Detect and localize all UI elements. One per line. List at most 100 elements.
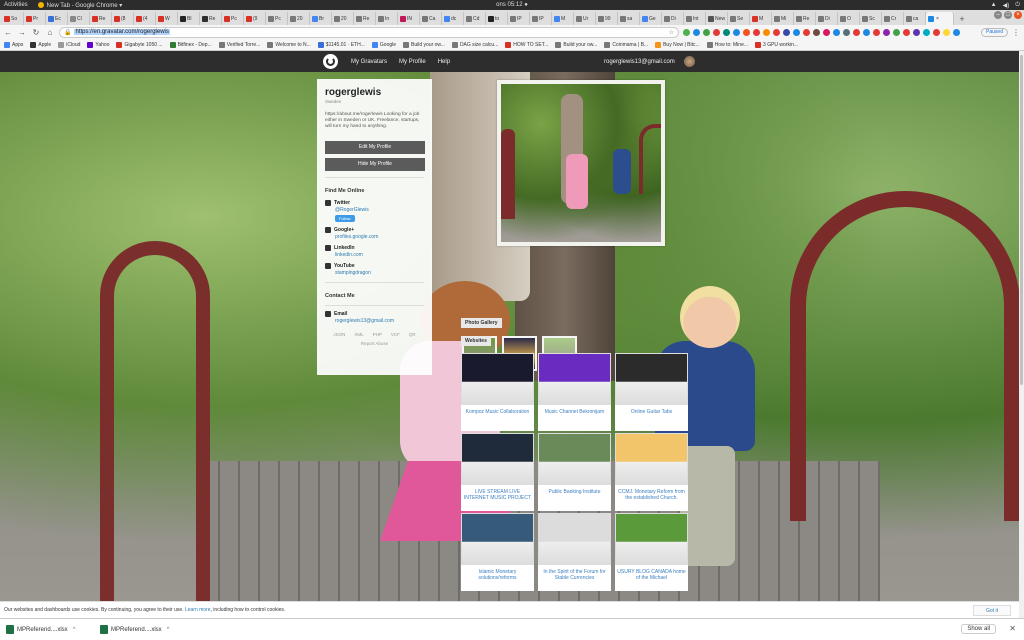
account-link[interactable]: linkedin.com	[335, 252, 424, 258]
website-screenshot[interactable]	[461, 353, 534, 405]
extension-icon[interactable]	[853, 28, 860, 36]
tab[interactable]: W	[156, 12, 178, 25]
tab[interactable]: Int	[684, 12, 706, 25]
tab-close-icon[interactable]: ×	[936, 16, 939, 22]
website-screenshot[interactable]	[538, 433, 611, 485]
account-link[interactable]: stampingdragon	[335, 270, 424, 276]
extension-icon[interactable]	[793, 28, 800, 36]
extension-icon[interactable]	[833, 28, 840, 36]
address-url[interactable]: https://en.gravatar.com/rogerglewis	[74, 29, 170, 35]
tab[interactable]: Di	[816, 12, 838, 25]
website-card[interactable]: Music Channel Bekronijam	[538, 353, 611, 431]
extension-icon[interactable]	[803, 28, 810, 36]
tab[interactable]: Ec	[46, 12, 68, 25]
website-card[interactable]: LIVE STREAM LIVE INTERNET MUSIC PROJECT	[461, 433, 534, 511]
extension-icon[interactable]	[713, 28, 720, 36]
extension-icon[interactable]	[933, 28, 940, 36]
tab[interactable]: O	[838, 12, 860, 25]
extension-icon[interactable]	[873, 28, 880, 36]
reload-icon[interactable]: ↻	[31, 27, 41, 37]
extension-icon[interactable]	[783, 28, 790, 36]
bookmark-item[interactable]: Verified Torre...	[218, 41, 260, 48]
email-link[interactable]: rogerglewis13@gmail.com	[335, 318, 424, 324]
tab[interactable]: So	[2, 12, 24, 25]
account-link[interactable]: profiles.google.com	[335, 234, 424, 240]
user-menu[interactable]: rogerglewis13@gmail.com	[604, 51, 695, 72]
website-screenshot[interactable]	[461, 433, 534, 485]
extension-icon[interactable]	[693, 28, 700, 36]
got-it-button[interactable]: Got it	[973, 605, 1011, 616]
report-abuse-link[interactable]: Report Abuse	[325, 341, 424, 346]
bookmark-star-icon[interactable]: ☆	[669, 29, 674, 36]
website-card[interactable]: Islamic Monetary solutions/reforms	[461, 513, 534, 591]
tab[interactable]: IP	[530, 12, 552, 25]
tab[interactable]: (9	[244, 12, 266, 25]
tab[interactable]: sa	[618, 12, 640, 25]
website-card[interactable]: CCMJ. Monetary Reform from the establish…	[615, 433, 688, 511]
extension-icon[interactable]	[823, 28, 830, 36]
tab[interactable]: M	[552, 12, 574, 25]
activities-button[interactable]: Activities	[4, 2, 28, 8]
bookmark-item[interactable]: 3 GPU workin...	[755, 41, 798, 48]
website-screenshot[interactable]	[615, 353, 688, 405]
featured-photo[interactable]	[497, 80, 665, 246]
website-caption[interactable]: Kompoz Music Collaboration	[461, 405, 534, 431]
chevron-up-icon[interactable]: ^	[73, 627, 76, 633]
tab[interactable]: IP	[508, 12, 530, 25]
extension-icon[interactable]	[813, 28, 820, 36]
extension-icon[interactable]	[743, 28, 750, 36]
extension-icon[interactable]	[863, 28, 870, 36]
tab[interactable]: Se	[728, 12, 750, 25]
format-link-php[interactable]: PHP	[373, 332, 382, 337]
extension-icon[interactable]	[923, 28, 930, 36]
tab[interactable]: (8	[112, 12, 134, 25]
chevron-up-icon[interactable]: ^	[167, 627, 170, 633]
close-window-icon[interactable]: ×	[1014, 11, 1022, 19]
tab[interactable]: (4	[134, 12, 156, 25]
clock[interactable]: ons 05:12 ●	[496, 2, 528, 8]
tab[interactable]: In	[376, 12, 398, 25]
extension-icon[interactable]	[763, 28, 770, 36]
tab[interactable]: Ca	[420, 12, 442, 25]
bookmark-item[interactable]: HOW TO SET...	[505, 41, 548, 48]
format-link-json[interactable]: JSON	[333, 332, 345, 337]
nav-item-my-gravatars[interactable]: My Gravatars	[351, 59, 387, 65]
tab[interactable]: Cr	[882, 12, 904, 25]
extension-icon[interactable]	[683, 28, 690, 36]
tab[interactable]: Ur	[574, 12, 596, 25]
extension-icon[interactable]	[753, 28, 760, 36]
home-icon[interactable]: ⌂	[45, 27, 55, 37]
address-bar[interactable]: 🔒 https://en.gravatar.com/rogerglewis ☆	[59, 26, 679, 38]
scrollbar-thumb[interactable]	[1020, 55, 1023, 385]
bookmark-item[interactable]: Build your ow...	[555, 41, 597, 48]
nav-item-help[interactable]: Help	[438, 59, 450, 65]
website-card[interactable]: Public Banking Institute	[538, 433, 611, 511]
bookmark-item[interactable]: Apple	[30, 41, 51, 48]
tab[interactable]: to	[486, 12, 508, 25]
show-all-button[interactable]: Show all	[961, 624, 996, 634]
paused-button[interactable]: Paused	[981, 27, 1008, 37]
tab[interactable]: 99	[596, 12, 618, 25]
tab[interactable]: Ge	[640, 12, 662, 25]
format-link-qr[interactable]: QR	[409, 332, 416, 337]
website-caption[interactable]: In the Spirit of the Forum for Stable Cu…	[538, 565, 611, 591]
tab[interactable]: 20	[332, 12, 354, 25]
website-caption[interactable]: Online Guitar Tabs	[615, 405, 688, 431]
tab-active[interactable]: ×	[926, 12, 954, 25]
website-caption[interactable]: CCMJ. Monetary Reform from the establish…	[615, 485, 688, 511]
minimize-icon[interactable]: –	[994, 11, 1002, 19]
extension-icon[interactable]	[773, 28, 780, 36]
format-link-xml[interactable]: XML	[354, 332, 363, 337]
tab[interactable]: Mi	[772, 12, 794, 25]
twitter-follow-button[interactable]: Follow	[335, 214, 355, 222]
website-caption[interactable]: Public Banking Institute	[538, 485, 611, 511]
tab[interactable]: Re	[794, 12, 816, 25]
download-item[interactable]: MPReferend....xlsx ^	[100, 625, 190, 634]
tab[interactable]: New	[706, 12, 728, 25]
extension-icon[interactable]	[703, 28, 710, 36]
account-link[interactable]: @RogerGlewis	[335, 207, 424, 213]
tab[interactable]: Pc	[266, 12, 288, 25]
back-icon[interactable]: ←	[3, 27, 13, 37]
forward-icon[interactable]: →	[17, 27, 27, 37]
bookmark-item[interactable]: iCloud	[58, 41, 80, 48]
